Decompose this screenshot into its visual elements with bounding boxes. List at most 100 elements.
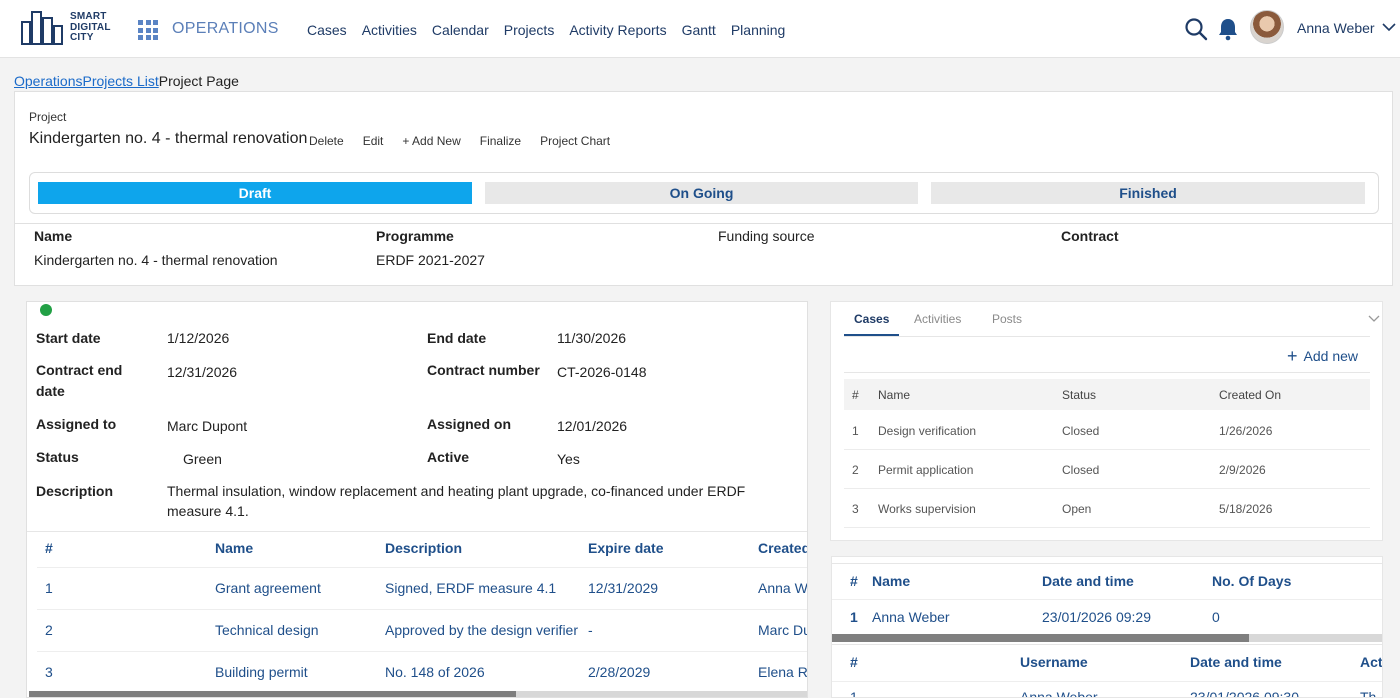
column-header-status[interactable]: Status: [1062, 388, 1096, 402]
brand-name: SMART DIGITAL CITY: [70, 11, 111, 43]
end-date-label: End date: [427, 330, 487, 346]
notifications-bell-icon[interactable]: [1217, 17, 1239, 41]
status-progress-bar: Draft On Going Finished: [29, 172, 1379, 214]
stage-finished[interactable]: Finished: [931, 182, 1365, 204]
nav-activities[interactable]: Activities: [362, 22, 417, 38]
add-new-button[interactable]: + Add New: [402, 134, 460, 148]
column-header-description[interactable]: Description: [385, 540, 462, 556]
nav-cases[interactable]: Cases: [307, 22, 347, 38]
project-actions: Delete Edit + Add New Finalize Project C…: [309, 134, 610, 148]
column-header-name[interactable]: Name: [215, 540, 253, 556]
programme-label: Programme: [376, 228, 454, 244]
divider: [832, 644, 1382, 645]
active-label: Active: [427, 449, 470, 465]
column-header-date-time[interactable]: Date and time: [1190, 654, 1282, 670]
column-header-action[interactable]: Act: [1360, 654, 1382, 670]
user-avatar[interactable]: [1250, 10, 1284, 44]
name-value: Kindergarten no. 4 - thermal renovation: [34, 252, 278, 268]
start-date-value: 1/12/2026: [167, 330, 230, 346]
divider: [832, 563, 1382, 564]
edit-button[interactable]: Edit: [363, 134, 384, 148]
breadcrumb-projects-list[interactable]: Projects List: [82, 73, 158, 89]
name-label: Name: [34, 228, 73, 244]
apps-grid-icon[interactable]: [138, 20, 158, 40]
project-header-card: Project Kindergarten no. 4 - thermal ren…: [14, 91, 1393, 224]
divider: [832, 681, 1382, 682]
contract-number-value: CT-2026-0148: [557, 364, 647, 380]
responsible-date-time: 23/01/2026 09:29: [1042, 609, 1151, 625]
add-new-case-button[interactable]: + Add new: [1287, 346, 1358, 367]
module-title: OPERATIONS: [172, 20, 279, 37]
tab-posts[interactable]: Posts: [992, 312, 1022, 326]
horizontal-scrollbar[interactable]: [832, 634, 1382, 642]
related-items-panel: Cases Activities Posts + Add new # Name S…: [830, 301, 1383, 541]
stage-draft[interactable]: Draft: [38, 182, 472, 204]
search-icon[interactable]: [1184, 17, 1208, 41]
contract-end-date-value: 12/31/2026: [167, 364, 238, 380]
active-tab-indicator: [844, 334, 899, 336]
responsible-name[interactable]: Anna Weber: [872, 609, 950, 625]
user-name[interactable]: Anna Weber: [1297, 20, 1375, 36]
main-nav: Cases Activities Calendar Projects Activ…: [307, 22, 785, 38]
assigned-on-label: Assigned on: [427, 416, 512, 432]
table-row[interactable]: 2 Permit application Closed 2/9/2026: [844, 450, 1370, 489]
column-header-days[interactable]: No. Of Days: [1212, 573, 1291, 589]
status-value: Green: [183, 451, 222, 467]
column-header-created-on[interactable]: Created On: [1219, 388, 1281, 402]
cases-table-header: # Name Status Created On: [844, 379, 1370, 410]
documents-table: # Name Description Expire date Created 1…: [27, 531, 807, 697]
history-num: 1: [850, 689, 858, 698]
table-row[interactable]: 1 Grant agreement Signed, ERDF measure 4…: [37, 567, 807, 609]
column-header-expire-date[interactable]: Expire date: [588, 540, 663, 556]
assigned-to-value: Marc Dupont: [167, 418, 248, 434]
assigned-to-label: Assigned to: [36, 416, 117, 432]
column-header-num: #: [45, 540, 53, 556]
delete-button[interactable]: Delete: [309, 134, 344, 148]
column-header-name[interactable]: Name: [872, 573, 910, 589]
table-row[interactable]: 1 Design verification Closed 1/26/2026: [844, 411, 1370, 450]
assigned-on-value: 12/01/2026: [557, 418, 628, 434]
column-header-num: #: [850, 573, 858, 589]
column-header-name[interactable]: Name: [878, 388, 910, 402]
table-row[interactable]: 2 Technical design Approved by the desig…: [37, 609, 807, 651]
breadcrumb-current: Project Page: [158, 73, 239, 89]
tab-cases[interactable]: Cases: [854, 312, 889, 326]
scrollbar-thumb[interactable]: [832, 634, 1249, 642]
nav-gantt[interactable]: Gantt: [682, 22, 716, 38]
divider: [832, 599, 1382, 600]
breadcrumb: OperationsProjects ListProject Page: [14, 73, 239, 89]
contract-end-date-label: Contract end date: [36, 362, 123, 399]
responsible-num: 1: [850, 609, 858, 625]
status-indicator-dot: [40, 304, 52, 316]
chevron-down-icon[interactable]: [1382, 22, 1396, 32]
tab-activities[interactable]: Activities: [914, 312, 961, 326]
horizontal-scrollbar[interactable]: [29, 691, 807, 697]
column-header-created[interactable]: Created: [758, 540, 807, 556]
breadcrumb-operations[interactable]: Operations: [14, 73, 82, 89]
active-value: Yes: [557, 451, 580, 467]
history-action: Th: [1360, 689, 1377, 698]
city-logo-icon[interactable]: [20, 10, 64, 46]
nav-projects[interactable]: Projects: [504, 22, 555, 38]
table-row[interactable]: 3 Works supervision Open 5/18/2026: [844, 489, 1370, 528]
scrollbar-thumb[interactable]: [29, 691, 516, 697]
finalize-button[interactable]: Finalize: [480, 134, 521, 148]
column-header-username[interactable]: Username: [1020, 654, 1088, 670]
description-value: Thermal insulation, window replacement a…: [167, 483, 746, 519]
plus-icon: +: [1287, 346, 1298, 366]
table-row[interactable]: 3 Building permit No. 148 of 2026 2/28/2…: [37, 651, 807, 693]
nav-calendar[interactable]: Calendar: [432, 22, 489, 38]
stage-ongoing[interactable]: On Going: [485, 182, 918, 204]
column-header-date-time[interactable]: Date and time: [1042, 573, 1134, 589]
project-chart-button[interactable]: Project Chart: [540, 134, 610, 148]
column-header-num: #: [852, 388, 859, 402]
nav-planning[interactable]: Planning: [731, 22, 786, 38]
project-title: Kindergarten no. 4 - thermal renovation: [29, 130, 308, 147]
contract-number-label: Contract number: [427, 362, 540, 378]
project-label: Project: [29, 110, 67, 124]
funding-source-label: Funding source: [718, 228, 815, 244]
nav-activity-reports[interactable]: Activity Reports: [569, 22, 666, 38]
history-date-time: 23/01/2026 09:30: [1190, 689, 1299, 698]
chevron-down-icon[interactable]: [1368, 314, 1380, 323]
panel-tabs: Cases Activities Posts: [844, 302, 1380, 337]
